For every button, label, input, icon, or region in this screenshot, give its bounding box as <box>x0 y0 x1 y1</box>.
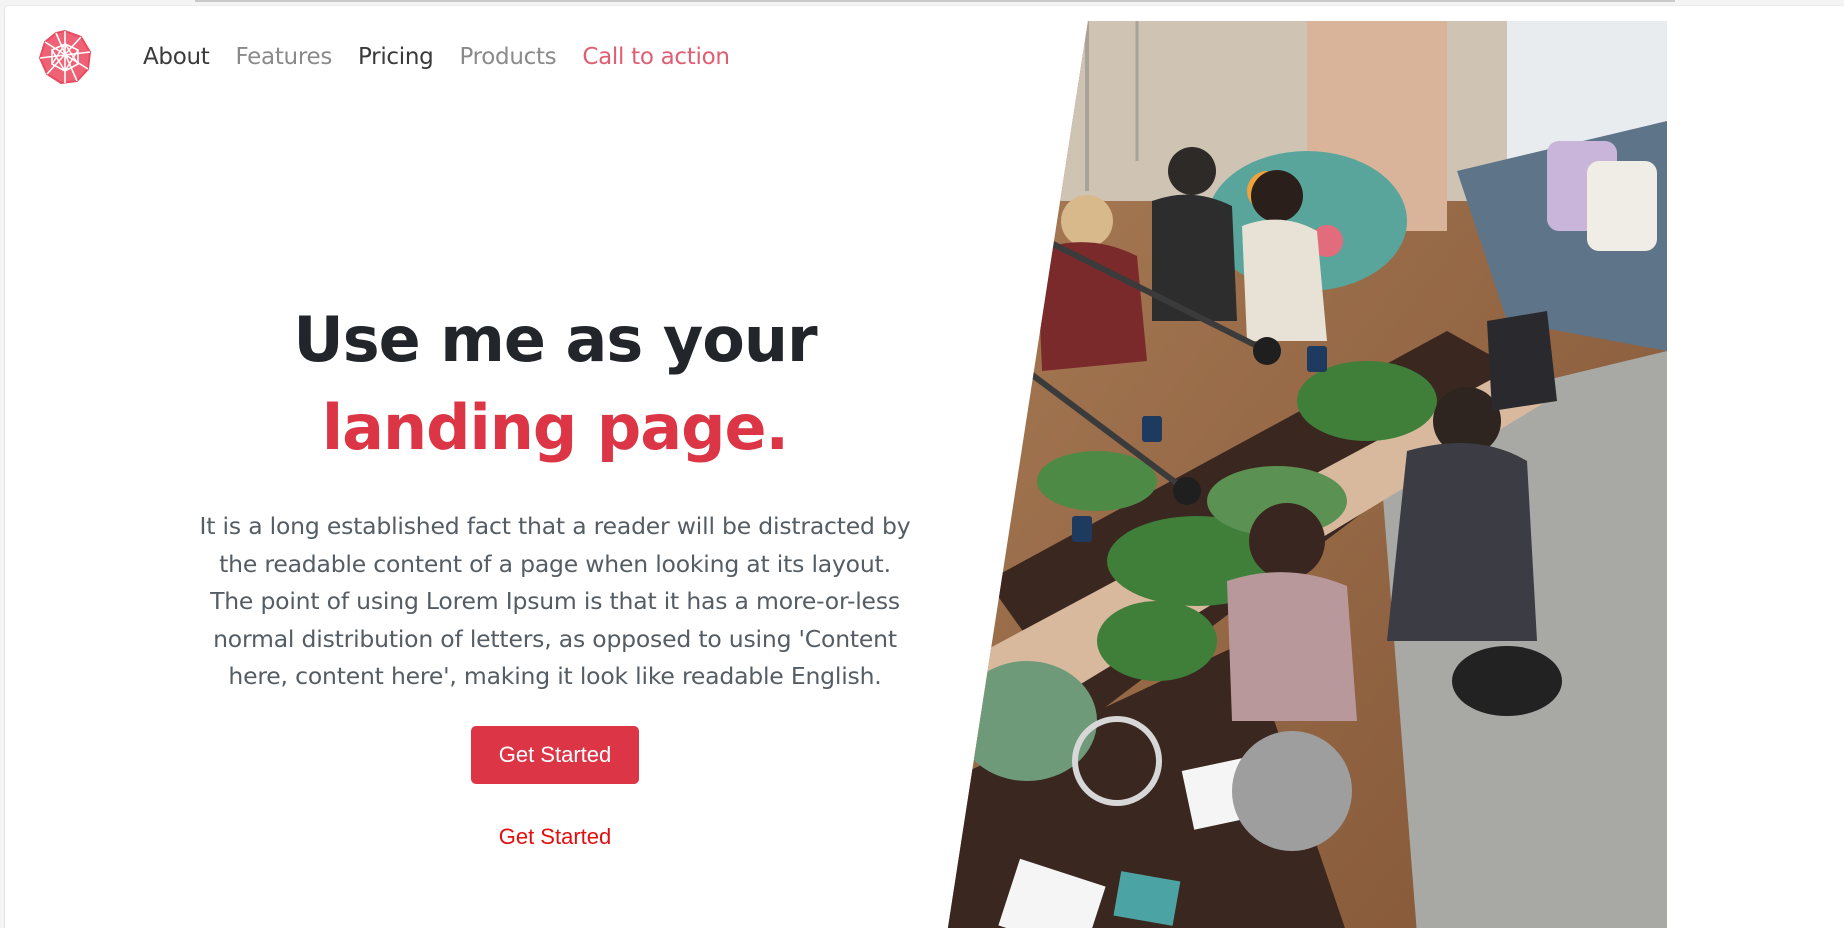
nav-about[interactable]: About <box>143 44 210 70</box>
nav-pricing[interactable]: Pricing <box>358 44 434 70</box>
hero-title: Use me as your landing page. <box>195 296 915 472</box>
nav-features[interactable]: Features <box>236 44 333 70</box>
workshop-photo-icon <box>947 21 1667 928</box>
get-started-button[interactable]: Get Started <box>471 725 639 784</box>
hero-description: It is a long established fact that a rea… <box>199 512 911 690</box>
landing-page: About Features Pricing Products Call to … <box>4 5 1844 928</box>
logo-icon[interactable] <box>36 28 94 86</box>
hero-photo <box>947 21 1667 928</box>
hero-title-line2: landing page. <box>321 391 789 464</box>
nav-products[interactable]: Products <box>459 44 556 70</box>
hero-section: Use me as your landing page. It is a lon… <box>195 296 915 850</box>
nav-call-to-action[interactable]: Call to action <box>582 44 730 70</box>
main-nav: About Features Pricing Products Call to … <box>143 44 730 70</box>
hero-title-line1: Use me as your <box>293 303 817 376</box>
get-started-link[interactable]: Get Started <box>499 824 612 850</box>
browser-top-edge <box>195 0 1675 2</box>
